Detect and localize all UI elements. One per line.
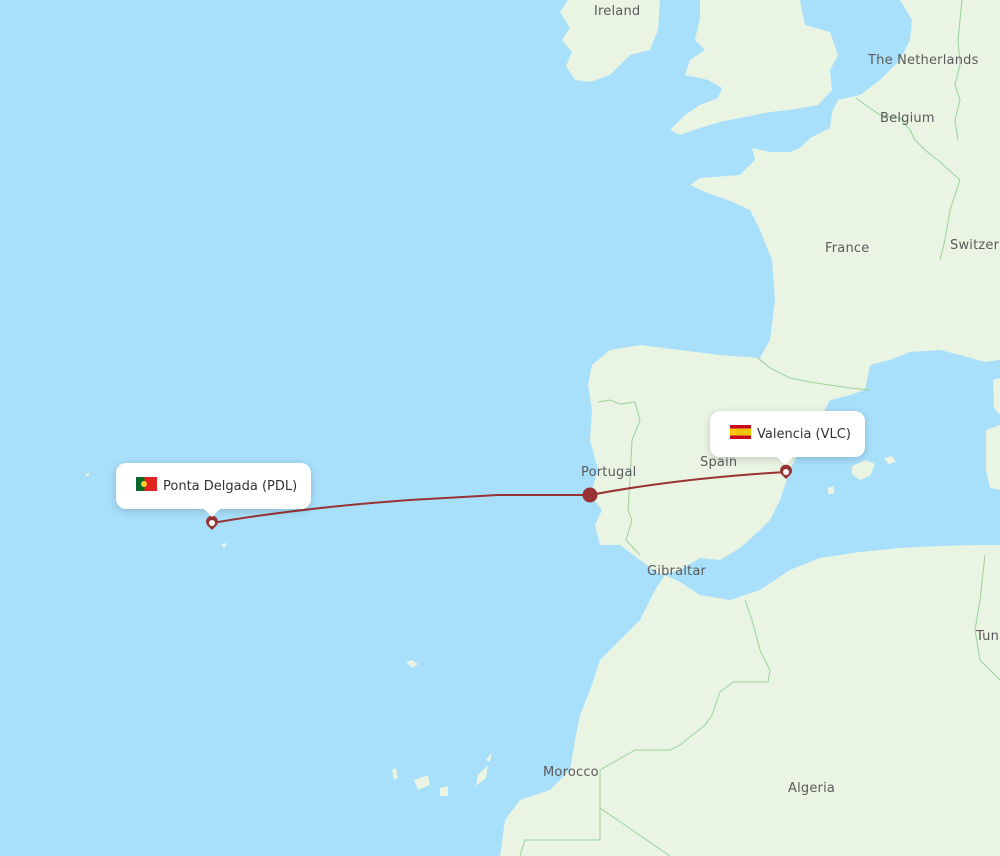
portugal-flag-icon bbox=[136, 477, 157, 491]
country-label-france: France bbox=[825, 241, 870, 256]
country-label-algeria: Algeria bbox=[788, 781, 836, 796]
country-label-switzerland: Switzer bbox=[950, 238, 1000, 253]
land-canaries bbox=[392, 660, 492, 796]
country-label-morocco: Morocco bbox=[543, 765, 599, 780]
country-label-ireland: Ireland bbox=[594, 4, 641, 19]
country-label-gibraltar: Gibraltar bbox=[647, 564, 707, 579]
country-label-belgium: Belgium bbox=[880, 111, 935, 126]
country-label-tunisia: Tun bbox=[976, 629, 1000, 644]
country-label-spain: Spain bbox=[700, 455, 738, 470]
land-corsica bbox=[993, 378, 1000, 415]
origin-airport-label: Ponta Delgada (PDL) bbox=[163, 478, 298, 494]
country-label-netherlands: The Netherlands bbox=[868, 53, 979, 68]
destination-airport-label: Valencia (VLC) bbox=[757, 426, 851, 442]
origin-popup[interactable]: Ponta Delgada (PDL) bbox=[116, 463, 312, 517]
country-label-portugal: Portugal bbox=[581, 465, 637, 480]
destination-popup[interactable]: Valencia (VLC) bbox=[710, 411, 865, 465]
land-great-britain bbox=[670, 0, 838, 135]
stopover-marker-lisbon[interactable] bbox=[582, 487, 598, 503]
land-menorca bbox=[884, 456, 896, 464]
land-mallorca bbox=[852, 460, 875, 480]
land-sardinia bbox=[986, 425, 1000, 490]
spain-flag-icon bbox=[730, 425, 751, 439]
land-north-africa bbox=[500, 545, 1000, 856]
route-map[interactable]: Ireland The Netherlands Belgium France S… bbox=[0, 0, 1000, 856]
land-ibiza bbox=[828, 486, 834, 494]
